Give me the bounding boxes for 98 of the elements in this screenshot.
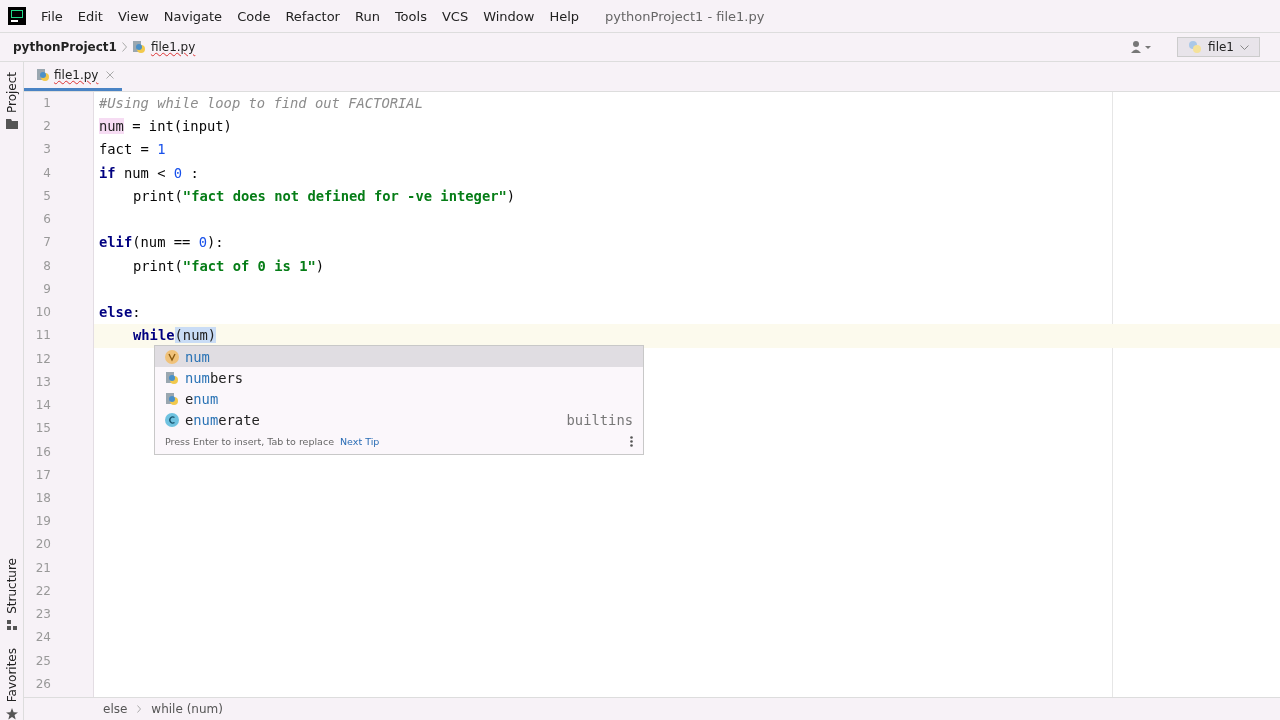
code-token: while (133, 327, 175, 344)
chevron-down-icon (1240, 44, 1249, 50)
next-tip-link[interactable]: Next Tip (340, 436, 380, 447)
completion-item[interactable]: enumerate builtins (155, 409, 643, 430)
code-breadcrumb[interactable]: else (103, 702, 128, 716)
code-token: else (99, 304, 133, 321)
class-icon (165, 412, 179, 427)
code-token: 0 (198, 234, 207, 251)
code-token: ) (506, 187, 516, 204)
project-breadcrumb[interactable]: pythonProject1 (13, 40, 117, 54)
window-title: pythonProject1 - file1.py (605, 8, 765, 24)
file-breadcrumb[interactable]: file1.py (150, 40, 196, 54)
code-token: elif (99, 234, 133, 251)
line-number: 13 (34, 373, 52, 391)
user-icon[interactable] (1130, 40, 1153, 54)
code-token: num < (122, 164, 167, 181)
code-token: 1 (157, 141, 166, 158)
run-configuration-dropdown[interactable]: file1 (1177, 37, 1260, 57)
menu-item[interactable]: Run (347, 8, 388, 24)
line-number: 25 (34, 652, 52, 670)
line-number: 20 (34, 536, 52, 554)
python-icon (1188, 40, 1203, 54)
python-module-icon (165, 370, 179, 385)
menu-item[interactable]: Edit (70, 8, 111, 24)
line-number: 26 (34, 675, 52, 693)
code-token: #Using while loop to find out FACTORIAL (99, 95, 423, 111)
line-number: 17 (34, 466, 52, 484)
line-number: 6 (42, 211, 52, 229)
code-token: "fact does not defined for -ve integer" (182, 187, 507, 204)
tool-window-button[interactable]: Project (4, 72, 19, 114)
code-token: (num) (174, 327, 217, 344)
line-number: 14 (34, 397, 52, 415)
star-icon (5, 708, 18, 720)
completion-label: enumerate (185, 411, 260, 428)
completion-item[interactable]: numbers (155, 367, 643, 388)
line-number: 24 (34, 629, 52, 647)
line-number: 1 (42, 95, 52, 112)
code-token: "fact of 0 is 1" (182, 257, 316, 274)
code-token: print( (133, 187, 183, 204)
line-number: 18 (34, 490, 52, 507)
python-module-icon (165, 391, 179, 406)
code-token: ) (315, 257, 325, 274)
folder-icon (5, 119, 18, 130)
line-number: 21 (34, 559, 52, 577)
menu-item[interactable]: Tools (387, 8, 435, 24)
line-number: 19 (34, 513, 52, 531)
line-number: 5 (42, 187, 52, 205)
menu-item[interactable]: File (34, 8, 71, 24)
line-number: 10 (34, 304, 52, 322)
line-number: 23 (34, 606, 52, 624)
line-number: 11 (34, 327, 52, 345)
line-number: 15 (34, 420, 52, 438)
code-token: print( (133, 257, 183, 274)
menu-item[interactable]: View (110, 8, 157, 24)
line-number: 12 (34, 350, 52, 368)
chevron-right-icon (121, 42, 127, 52)
variable-icon (165, 349, 179, 364)
line-number: 4 (42, 164, 52, 182)
completion-source: builtins (566, 411, 633, 428)
menu-item[interactable]: VCS (434, 8, 477, 24)
python-file-icon (36, 68, 50, 82)
menu-item[interactable]: Help (542, 8, 588, 24)
menu-item[interactable]: Window (476, 8, 543, 24)
code-token: if (99, 164, 116, 181)
more-icon[interactable] (630, 436, 633, 447)
tool-window-button[interactable]: Favorites (4, 648, 19, 703)
line-number: 8 (42, 257, 52, 275)
completion-hint: Press Enter to insert, Tab to replace (165, 436, 334, 447)
structure-icon (6, 619, 17, 630)
tab-label: file1.py (54, 68, 99, 82)
line-number: 3 (42, 141, 52, 159)
chevron-right-icon (137, 705, 142, 713)
code-token: fact = (99, 141, 150, 158)
code-token: num (99, 118, 124, 135)
menu-item[interactable]: Refactor (278, 8, 348, 24)
code-token: = int(input) (131, 118, 232, 135)
close-icon[interactable] (106, 71, 115, 79)
completion-label: enum (185, 390, 219, 407)
code-token: : (189, 164, 199, 181)
python-file-icon (131, 40, 146, 54)
code-token: : (132, 304, 141, 321)
code-token: ): (207, 234, 224, 251)
line-number: 16 (34, 443, 52, 461)
tool-window-button[interactable]: Structure (4, 558, 19, 614)
line-number: 9 (42, 280, 52, 298)
code-token: (num == (132, 234, 192, 251)
menu-item[interactable]: Code (230, 8, 279, 24)
completion-label: num (185, 348, 210, 365)
code-token: 0 (173, 164, 183, 181)
line-number: 7 (42, 234, 52, 252)
code-breadcrumb[interactable]: while (num) (151, 702, 223, 716)
completion-item[interactable]: num (155, 346, 643, 367)
line-number: 2 (42, 118, 52, 136)
completion-label: numbers (185, 369, 244, 386)
menu-item[interactable]: Navigate (156, 8, 231, 24)
line-number: 22 (34, 582, 52, 600)
app-logo-icon (8, 7, 26, 25)
completion-item[interactable]: enum (155, 388, 643, 409)
